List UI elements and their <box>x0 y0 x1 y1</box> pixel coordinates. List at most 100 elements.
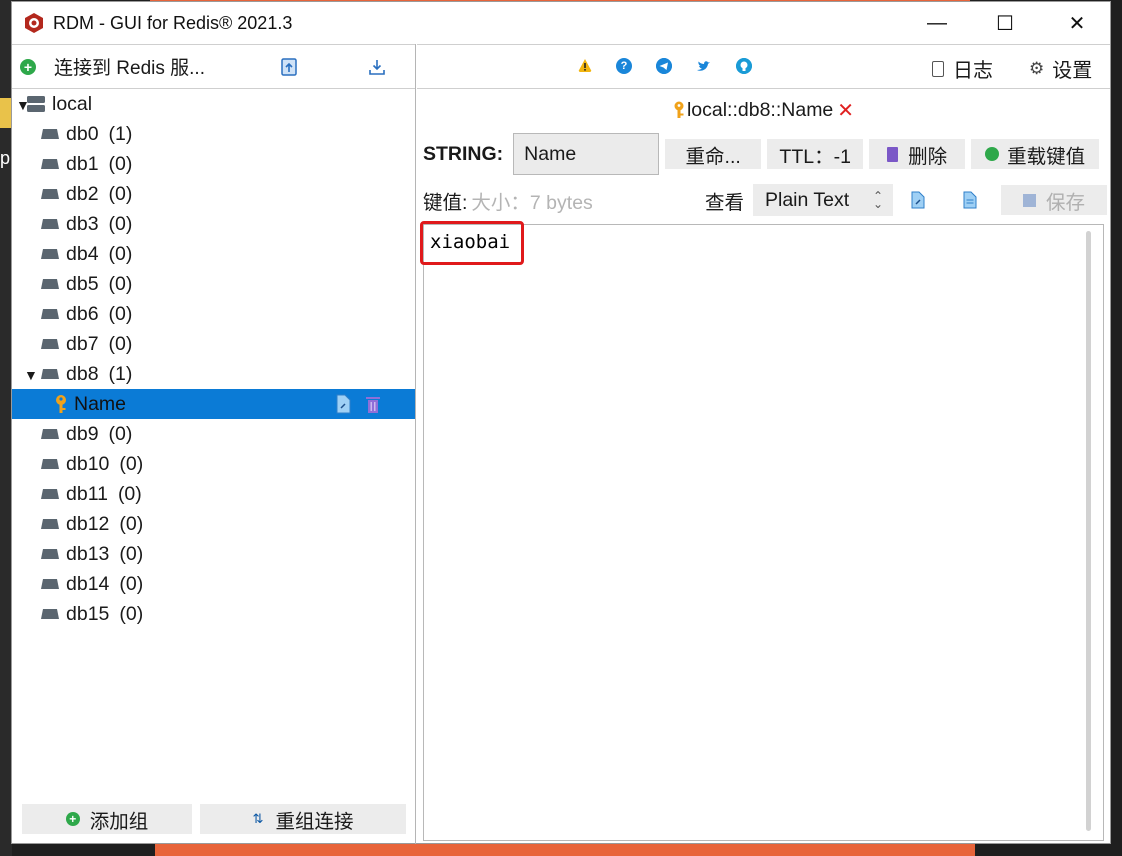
tree-db[interactable]: db1 (0) <box>12 149 415 179</box>
db-count: (0) <box>119 572 144 595</box>
db-name: db4 <box>66 242 99 265</box>
window-title: RDM - GUI for Redis® 2021.3 <box>53 12 293 33</box>
maximize-button[interactable]: ☐ <box>970 2 1040 44</box>
save-icon <box>1022 193 1036 207</box>
delete-key-icon[interactable] <box>365 394 381 414</box>
settings-button[interactable]: ⚙ 设置 <box>1029 54 1092 83</box>
title-bar[interactable]: RDM - GUI for Redis® 2021.3 — ☐ ✕ <box>12 2 1110 44</box>
ttl-button[interactable]: TTL：-1 <box>767 139 864 169</box>
database-icon <box>41 519 59 529</box>
view-mode-select[interactable]: Plain Text ⌃ ⌄ <box>753 184 893 216</box>
log-label: 日志 <box>953 60 993 82</box>
gear-icon: ⚙ <box>1029 58 1045 78</box>
tree-db[interactable]: db5 (0) <box>12 269 415 299</box>
tree-db[interactable]: db10 (0) <box>12 449 415 479</box>
key-tab[interactable]: local::db8::Name ✕ <box>417 89 1110 131</box>
background-strip-bottom <box>155 842 975 856</box>
tab-title: local::db8::Name <box>686 98 834 121</box>
database-icon <box>41 339 59 349</box>
highlight-annotation <box>420 221 524 265</box>
copy-value-icon[interactable] <box>911 191 925 209</box>
log-doc-icon <box>932 60 944 77</box>
db-count: (0) <box>108 332 133 355</box>
save-button[interactable]: 保存 <box>1001 185 1107 215</box>
tree-db[interactable]: db4 (0) <box>12 239 415 269</box>
key-editor-panel: ? 日志 ⚙ 设置 local::db8::Name ✕ STRING: Nam… <box>417 44 1110 844</box>
tree-db[interactable]: db14 (0) <box>12 569 415 599</box>
database-icon <box>41 219 59 229</box>
connections-panel: + 连接到 Redis 服... ▼ local db0 (1) db1 (0)… <box>12 44 416 844</box>
db-name: db0 <box>66 122 99 145</box>
tree-key-name[interactable]: Name <box>12 389 415 419</box>
tree-db[interactable]: db11 (0) <box>12 479 415 509</box>
expand-arrow-icon[interactable]: ▼ <box>16 97 30 113</box>
database-icon <box>41 579 59 589</box>
db-name: db6 <box>66 302 99 325</box>
delete-button[interactable]: 删除 <box>869 139 966 169</box>
db-count: (0) <box>108 152 133 175</box>
tree-db-db8[interactable]: ▼ db8 (1) <box>12 359 415 389</box>
db-name: db8 <box>66 362 99 385</box>
connect-button[interactable]: + 连接到 Redis 服... <box>20 53 205 80</box>
tree-db[interactable]: db2 (0) <box>12 179 415 209</box>
db-name: db13 <box>66 542 110 565</box>
key-name-field[interactable]: Name <box>513 133 660 175</box>
reorganize-connections-button[interactable]: ⇅ 重组连接 <box>200 804 406 834</box>
key-icon <box>56 395 66 413</box>
tab-close-icon[interactable]: ✕ <box>837 98 854 123</box>
tree-db[interactable]: db12 (0) <box>12 509 415 539</box>
db-count: (0) <box>119 512 144 535</box>
key-actions <box>335 394 381 414</box>
db-count: (1) <box>108 362 133 385</box>
tree-db[interactable]: db7 (0) <box>12 329 415 359</box>
log-button[interactable]: 日志 <box>932 54 993 83</box>
tree-db[interactable]: db15 (0) <box>12 599 415 629</box>
editor-scrollbar[interactable] <box>1086 231 1091 831</box>
reload-button[interactable]: 重载键值 <box>971 139 1100 169</box>
twitter-icon[interactable] <box>696 58 712 74</box>
tree-db[interactable]: db0 (1) <box>12 119 415 149</box>
expand-arrow-icon[interactable]: ▼ <box>24 367 38 383</box>
value-toolbar: 键值: 大小：7 bytes 查看 Plain Text ⌃ ⌄ 保存 <box>423 182 1109 218</box>
close-button[interactable]: ✕ <box>1042 2 1112 44</box>
warning-icon[interactable] <box>577 58 593 74</box>
db-name: db5 <box>66 272 99 295</box>
tree-db[interactable]: db6 (0) <box>12 299 415 329</box>
db-count: (1) <box>108 122 133 145</box>
github-icon[interactable] <box>736 58 752 74</box>
database-icon <box>41 159 59 169</box>
tree-db[interactable]: db13 (0) <box>12 539 415 569</box>
connect-label: 连接到 Redis 服... <box>54 58 205 79</box>
db-count: (0) <box>108 212 133 235</box>
minimize-button[interactable]: — <box>902 2 972 44</box>
db-name: db3 <box>66 212 99 235</box>
reload-label: 重载键值 <box>1007 145 1086 168</box>
rename-button[interactable]: 重命... <box>665 139 762 169</box>
copy-key-icon[interactable] <box>335 394 351 414</box>
export-icon[interactable] <box>368 57 386 77</box>
tree-db[interactable]: db9 (0) <box>12 419 415 449</box>
import-icon[interactable] <box>280 57 298 77</box>
tree-db[interactable]: db3 (0) <box>12 209 415 239</box>
db-name: db10 <box>66 452 110 475</box>
add-group-button[interactable]: + 添加组 <box>22 804 192 834</box>
key-icon <box>674 101 684 118</box>
value-editor[interactable]: xiaobai <box>420 221 1104 841</box>
telegram-icon[interactable] <box>656 58 672 74</box>
database-icon <box>41 369 59 379</box>
database-icon <box>41 429 59 439</box>
document-icon[interactable] <box>963 191 977 209</box>
tree-server-local[interactable]: ▼ local <box>12 89 415 119</box>
add-icon: + <box>65 812 80 826</box>
database-icon <box>41 309 59 319</box>
server-name: local <box>52 92 93 115</box>
database-icon <box>41 129 59 139</box>
main-toolbar: ? 日志 ⚙ 设置 <box>417 44 1110 89</box>
reorder-icon: ⇅ <box>252 811 264 826</box>
db-count: (0) <box>108 182 133 205</box>
db-name: db14 <box>66 572 110 595</box>
help-icon[interactable]: ? <box>616 58 632 74</box>
database-icon <box>41 609 59 619</box>
db-name: db11 <box>66 482 108 505</box>
add-icon: + <box>20 58 36 75</box>
